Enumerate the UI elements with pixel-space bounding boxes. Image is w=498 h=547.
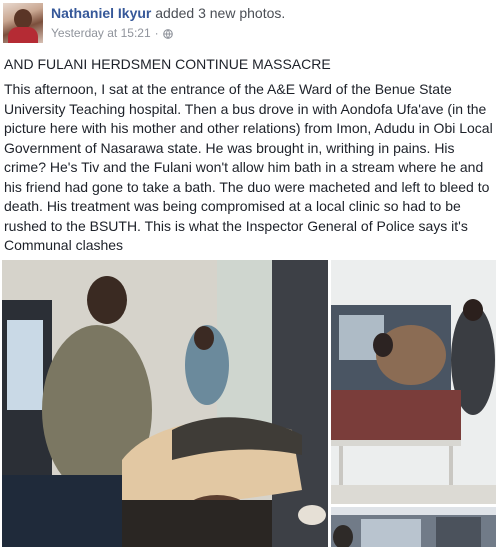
post-header: Nathaniel Ikyur added 3 new photos.: [51, 5, 285, 21]
meta-separator: ·: [154, 26, 159, 40]
photo-bus-arrival[interactable]: [331, 260, 496, 504]
author-avatar[interactable]: [3, 3, 43, 43]
photo-hospital-stretcher[interactable]: [2, 260, 328, 547]
post-action-text: added 3 new photos.: [155, 5, 286, 21]
post-meta: Yesterday at 15:21 ·: [51, 26, 173, 40]
photo-third-preview[interactable]: [331, 507, 496, 547]
facebook-post: Nathaniel Ikyur added 3 new photos. Yest…: [0, 0, 498, 547]
author-name-link[interactable]: Nathaniel Ikyur: [51, 5, 151, 21]
avatar-face: [14, 9, 32, 29]
globe-icon[interactable]: [162, 28, 173, 39]
post-headline: AND FULANI HERDSMEN CONTINUE MASSACRE: [4, 56, 331, 72]
post-timestamp-link[interactable]: Yesterday at 15:21: [51, 26, 151, 40]
post-body-text: This afternoon, I sat at the entrance of…: [4, 81, 493, 253]
avatar-shirt: [8, 27, 38, 43]
